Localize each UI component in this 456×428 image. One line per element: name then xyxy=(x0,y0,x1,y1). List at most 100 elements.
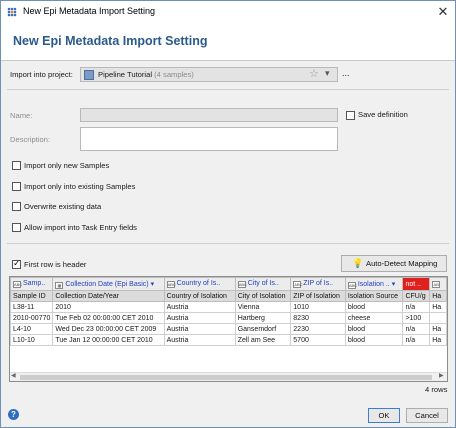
table-cell: L38-11 xyxy=(10,301,54,313)
scroll-left-icon[interactable]: ◀ xyxy=(11,372,16,379)
dialog-header: New Epi Metadata Import Setting xyxy=(1,23,455,61)
ok-button[interactable]: OK xyxy=(368,408,400,423)
title-bar: New Epi Metadata Import Setting ✕ xyxy=(1,1,455,23)
chevron-down-icon[interactable]: ▾ xyxy=(325,68,330,79)
abc-field-icon: ABC xyxy=(347,281,358,289)
import-only-existing-checkbox[interactable] xyxy=(12,182,21,191)
auto-detect-mapping-button[interactable]: 💡 Auto-Detect Mapping xyxy=(341,255,447,272)
overwrite-existing-label: Overwrite existing data xyxy=(24,202,102,211)
abc-field-icon: ABC xyxy=(166,281,176,288)
scroll-right-icon[interactable]: ▶ xyxy=(439,372,444,379)
mapping-cell[interactable]: AB xyxy=(429,277,447,291)
description-label: Description: xyxy=(10,135,51,144)
page-title: New Epi Metadata Import Setting xyxy=(13,34,208,48)
table-cell: Austria xyxy=(163,301,236,313)
import-only-new-label: Import only new Samples xyxy=(24,161,110,170)
column-header: Isolation Source xyxy=(344,290,404,302)
table-row[interactable]: L4-10 Wed Dec 23 00:00:00 CET 2009 Austr… xyxy=(10,323,447,335)
horizontal-scrollbar[interactable]: ◀ ▶ xyxy=(10,372,447,381)
allow-task-entry-checkbox[interactable] xyxy=(12,223,21,232)
mapping-cell[interactable]: ABCSamp.. xyxy=(10,277,54,291)
separator xyxy=(7,243,449,244)
window-title: New Epi Metadata Import Setting xyxy=(23,6,156,16)
mapping-cell[interactable]: ABCCity of Is.. xyxy=(234,277,292,291)
favorite-star-icon[interactable]: ☆ xyxy=(309,67,319,80)
table-cell: L10-10 xyxy=(10,334,54,346)
header-row: Sample ID Collection Date/Year Country o… xyxy=(10,290,447,302)
mapping-cell-not-mapped[interactable]: not .. xyxy=(402,277,431,291)
allow-task-entry-label: Allow import into Task Entry fields xyxy=(24,223,137,232)
save-definition-checkbox[interactable] xyxy=(346,111,355,120)
dialog-window: New Epi Metadata Import Setting ✕ New Ep… xyxy=(0,0,456,428)
table-cell: Wed Dec 23 00:00:00 CET 2009 xyxy=(52,323,165,335)
abc-field-icon: AB xyxy=(432,281,441,288)
table-cell: Ha xyxy=(429,301,447,313)
close-icon[interactable]: ✕ xyxy=(435,4,451,20)
table-cell: Ha xyxy=(429,334,447,346)
project-label: Import into project: xyxy=(10,70,73,79)
abc-field-icon: ABC xyxy=(237,281,247,288)
help-icon[interactable]: ? xyxy=(8,409,19,420)
table-cell: Austria xyxy=(163,312,236,324)
column-header: Ha xyxy=(429,290,447,302)
overwrite-existing-checkbox[interactable] xyxy=(12,202,21,211)
mapping-cell[interactable]: ABCIsolation .. ▾ xyxy=(344,277,404,291)
import-only-new-checkbox[interactable] xyxy=(12,161,21,170)
table-cell: blood xyxy=(344,334,404,346)
description-input[interactable] xyxy=(80,127,338,151)
column-header: Sample ID xyxy=(10,290,54,302)
table-cell: Tue Jan 12 00:00:00 CET 2010 xyxy=(52,334,165,346)
cancel-button[interactable]: Cancel xyxy=(406,408,448,423)
scrollbar-thumb[interactable] xyxy=(20,375,432,380)
first-row-header-label: First row is header xyxy=(24,260,87,269)
mapping-row: ABCSamp.. ▦ Collection Date (Epi Basic) ▾… xyxy=(10,277,447,291)
date-field-icon: ▦ xyxy=(55,281,64,289)
abc-field-icon: ABC xyxy=(13,281,23,288)
table-row[interactable]: L10-10 Tue Jan 12 00:00:00 CET 2010 Aust… xyxy=(10,334,447,346)
import-only-existing-label: Import only into existing Samples xyxy=(24,182,136,191)
project-more-button[interactable]: ... xyxy=(342,68,350,78)
table-row[interactable]: 2010-00770 Tue Feb 02 00:00:00 CET 2010 … xyxy=(10,312,447,324)
project-select-value: Pipeline Tutorial (4 samples) xyxy=(98,70,194,79)
table-cell: n/a xyxy=(402,323,431,335)
column-header: CFU/g xyxy=(402,290,431,302)
first-row-header-checkbox[interactable] xyxy=(12,258,21,269)
table-cell: blood xyxy=(344,323,404,335)
mapping-cell[interactable]: ▦ Collection Date (Epi Basic) ▾ xyxy=(52,277,165,291)
table-cell: n/a xyxy=(402,334,431,346)
table-row[interactable]: L38-11 2010 Austria Vienna 1010 blood n/… xyxy=(10,301,447,313)
row-count: 4 rows xyxy=(425,385,448,394)
project-icon xyxy=(84,70,94,80)
lightbulb-icon: 💡 xyxy=(352,258,364,268)
app-icon xyxy=(7,7,17,17)
table-cell: Tue Feb 02 00:00:00 CET 2010 xyxy=(52,312,165,324)
table-cell: Hartberg xyxy=(234,312,292,324)
save-definition-label: Save definition xyxy=(358,110,408,119)
project-select[interactable]: Pipeline Tutorial (4 samples) ☆ ▾ xyxy=(80,67,338,82)
table-cell: Austria xyxy=(163,323,236,335)
table-cell: 5700 xyxy=(290,334,346,346)
table-cell: 2010 xyxy=(52,301,165,313)
table-cell: Vienna xyxy=(234,301,292,313)
mapping-grid[interactable]: ABCSamp.. ▦ Collection Date (Epi Basic) ▾… xyxy=(9,276,448,382)
name-label: Name: xyxy=(10,111,33,120)
table-cell: >100 xyxy=(402,312,431,324)
table-cell: Austria xyxy=(163,334,236,346)
table-cell: cheese xyxy=(344,312,404,324)
table-cell: Zell am See xyxy=(234,334,292,346)
column-header: Collection Date/Year xyxy=(52,290,165,302)
mapping-cell[interactable]: ABCCountry of Is.. xyxy=(163,277,236,291)
table-cell: 2230 xyxy=(290,323,346,335)
column-header: ZIP of Isolation xyxy=(290,290,346,302)
table-cell: L4-10 xyxy=(10,323,54,335)
column-header: City of Isolation xyxy=(234,290,292,302)
name-input[interactable] xyxy=(80,108,338,122)
table-cell: n/a xyxy=(402,301,431,313)
table-cell: Gansemdorf xyxy=(234,323,292,335)
auto-detect-label: Auto-Detect Mapping xyxy=(366,259,438,268)
separator xyxy=(7,89,449,90)
column-header: Country of Isolation xyxy=(163,290,236,302)
table-cell: 8230 xyxy=(290,312,346,324)
mapping-cell[interactable]: ABCZIP of Is.. xyxy=(290,277,346,291)
table-cell: 1010 xyxy=(290,301,346,313)
